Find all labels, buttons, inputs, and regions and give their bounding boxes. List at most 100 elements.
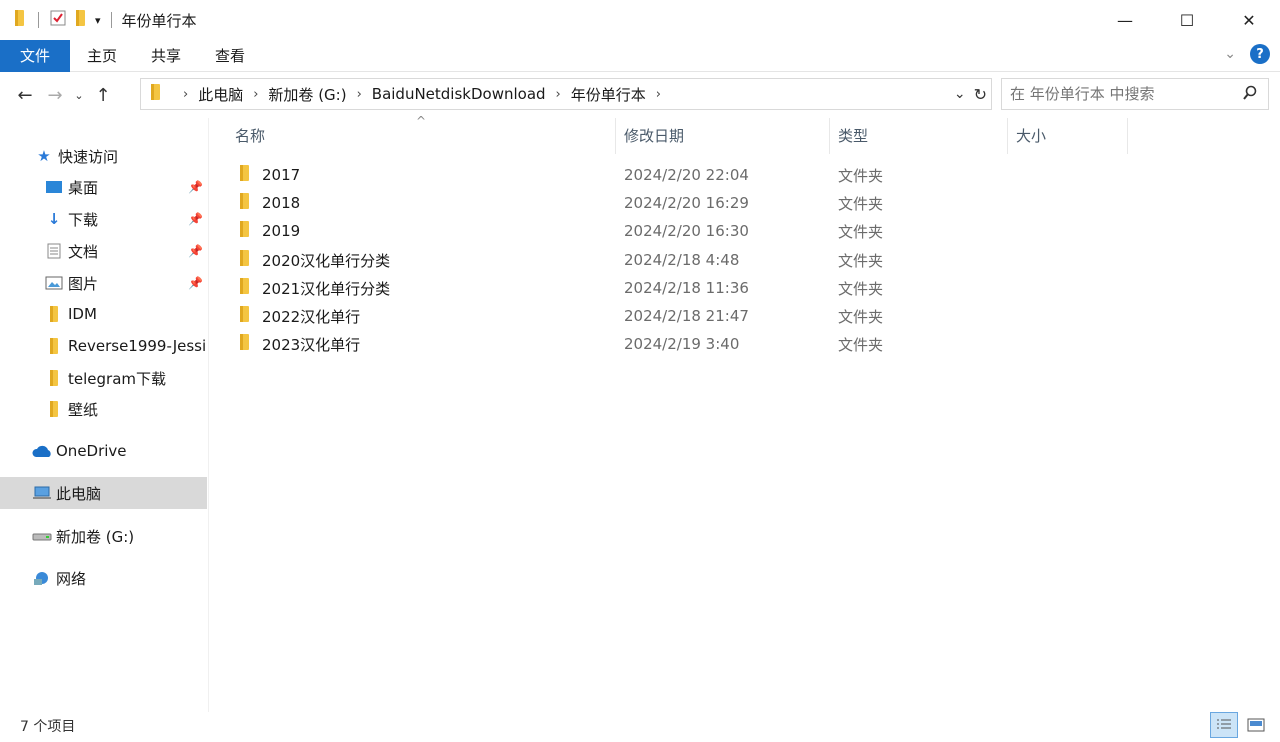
picture-icon <box>44 276 64 290</box>
column-header-type[interactable]: 类型 <box>838 118 868 152</box>
search-box[interactable] <box>1001 78 1269 110</box>
up-icon[interactable]: ↑ <box>88 85 118 106</box>
chevron-right-icon[interactable]: › <box>357 87 362 102</box>
file-type: 文件夹 <box>838 251 884 270</box>
column-header-date[interactable]: 修改日期 <box>624 118 684 152</box>
drive-icon <box>32 530 52 542</box>
cloud-icon <box>32 444 52 458</box>
recent-locations-icon[interactable]: ⌄ <box>70 89 88 102</box>
sidebar-item-idm[interactable]: IDM <box>0 298 207 330</box>
breadcrumb-current[interactable]: 年份单行本 <box>571 84 646 105</box>
close-button[interactable]: ✕ <box>1218 0 1280 40</box>
computer-icon <box>32 485 52 501</box>
chevron-right-icon[interactable]: › <box>183 87 188 102</box>
sidebar-item-label: OneDrive <box>56 442 127 460</box>
file-row[interactable]: 2022汉化单行 2024/2/18 21:47 文件夹 <box>230 302 1270 330</box>
column-divider[interactable] <box>829 118 830 154</box>
chevron-right-icon[interactable]: › <box>253 87 258 102</box>
file-type: 文件夹 <box>838 194 884 213</box>
sidebar-item-reverse1999[interactable]: Reverse1999-Jessi <box>0 330 207 362</box>
folder-icon <box>44 369 64 387</box>
large-icons-view-icon[interactable] <box>1242 712 1270 738</box>
column-header-size[interactable]: 大小 <box>1016 118 1046 152</box>
file-date: 2024/2/18 11:36 <box>624 279 749 297</box>
sidebar-item-label: IDM <box>68 305 97 323</box>
sidebar-item-label: 新加卷 (G:) <box>56 527 135 546</box>
search-icon[interactable] <box>1242 85 1258 105</box>
chevron-right-icon[interactable]: › <box>656 87 661 102</box>
file-date: 2024/2/18 21:47 <box>624 307 749 325</box>
sidebar-item-quick-access[interactable]: ★ 快速访问 <box>0 140 207 172</box>
sidebar-item-label: 文档 <box>68 242 99 261</box>
column-divider[interactable] <box>1007 118 1008 154</box>
folder-icon <box>238 164 252 186</box>
address-dropdown-icon[interactable]: ⌄ <box>954 86 966 102</box>
star-icon: ★ <box>37 147 51 165</box>
folder-icon <box>238 220 252 242</box>
search-input[interactable] <box>1010 85 1230 103</box>
sidebar-item-wallpaper[interactable]: 壁纸 <box>0 393 207 425</box>
sidebar-item-pictures[interactable]: 图片 📌 <box>0 267 207 299</box>
divider <box>110 12 112 28</box>
customize-toolbar-icon[interactable]: ▾ <box>95 14 101 27</box>
sidebar-item-network[interactable]: 网络 <box>0 562 207 594</box>
new-folder-icon[interactable] <box>73 9 89 31</box>
details-view-icon[interactable] <box>1210 712 1238 738</box>
folder-icon <box>238 305 252 327</box>
tab-share[interactable]: 共享 <box>134 40 198 72</box>
breadcrumb-download[interactable]: BaiduNetdiskDownload <box>372 85 546 103</box>
pin-icon: 📌 <box>188 212 203 226</box>
sidebar-item-drive-g[interactable]: 新加卷 (G:) <box>0 520 207 552</box>
tab-view[interactable]: 查看 <box>198 40 262 72</box>
file-type: 文件夹 <box>838 307 884 326</box>
pin-icon: 📌 <box>188 180 203 194</box>
file-row[interactable]: 2021汉化单行分类 2024/2/18 11:36 文件夹 <box>230 274 1270 302</box>
file-name: 2021汉化单行分类 <box>262 279 391 298</box>
expand-ribbon-icon[interactable]: ⌄ <box>1224 46 1236 62</box>
file-date: 2024/2/20 16:29 <box>624 194 749 212</box>
ribbon-tabs: 文件 主页 共享 查看 ⌄ ? <box>0 39 1280 72</box>
sidebar-item-this-pc[interactable]: 此电脑 <box>0 477 207 509</box>
address-bar[interactable]: › 此电脑 › 新加卷 (G:) › BaiduNetdiskDownload … <box>140 78 992 110</box>
refresh-icon[interactable]: ↻ <box>974 85 987 104</box>
file-type: 文件夹 <box>838 279 884 298</box>
column-divider[interactable] <box>1127 118 1128 154</box>
folder-icon <box>149 83 163 105</box>
sidebar-item-onedrive[interactable]: OneDrive <box>0 435 207 467</box>
properties-icon[interactable] <box>49 9 67 31</box>
sidebar-item-desktop[interactable]: 桌面 📌 <box>0 171 207 203</box>
breadcrumb-this-pc[interactable]: 此电脑 <box>198 84 243 105</box>
file-row[interactable]: 2017 2024/2/20 22:04 文件夹 <box>230 161 1270 189</box>
tab-home[interactable]: 主页 <box>70 40 134 72</box>
file-row[interactable]: 2020汉化单行分类 2024/2/18 4:48 文件夹 <box>230 246 1270 274</box>
file-row[interactable]: 2023汉化单行 2024/2/19 3:40 文件夹 <box>230 330 1270 358</box>
file-type: 文件夹 <box>838 166 884 185</box>
file-row[interactable]: 2018 2024/2/20 16:29 文件夹 <box>230 189 1270 217</box>
chevron-right-icon[interactable]: › <box>556 87 561 102</box>
sidebar-item-documents[interactable]: 文档 📌 <box>0 235 207 267</box>
column-divider[interactable] <box>615 118 616 154</box>
file-row[interactable]: 2019 2024/2/20 16:30 文件夹 <box>230 217 1270 245</box>
breadcrumb: › 此电脑 › 新加卷 (G:) › BaiduNetdiskDownload … <box>173 84 671 105</box>
pin-icon: 📌 <box>188 244 203 258</box>
folder-icon <box>238 277 252 299</box>
divider <box>38 12 39 28</box>
breadcrumb-drive[interactable]: 新加卷 (G:) <box>268 84 346 105</box>
maximize-button[interactable]: ☐ <box>1156 0 1218 40</box>
sidebar-item-label: Reverse1999-Jessi <box>68 337 207 355</box>
minimize-button[interactable]: — <box>1094 0 1156 40</box>
forward-icon[interactable]: → <box>40 85 70 106</box>
sidebar-item-telegram[interactable]: telegram下载 <box>0 362 207 394</box>
sort-ascending-icon: ^ <box>416 114 427 128</box>
sidebar-item-downloads[interactable]: ↓ 下载 📌 <box>0 203 207 235</box>
file-date: 2024/2/19 3:40 <box>624 335 740 353</box>
tab-file[interactable]: 文件 <box>0 39 71 72</box>
column-header-name[interactable]: 名称 <box>235 118 265 152</box>
folder-icon <box>44 305 64 323</box>
file-date: 2024/2/18 4:48 <box>624 251 740 269</box>
address-row: ← → ⌄ ↑ › 此电脑 › 新加卷 (G:) › BaiduNetdiskD… <box>0 78 1280 112</box>
sidebar-item-label: 桌面 <box>68 178 99 197</box>
folder-icon <box>44 400 64 418</box>
help-icon[interactable]: ? <box>1250 44 1270 64</box>
back-icon[interactable]: ← <box>10 85 40 106</box>
